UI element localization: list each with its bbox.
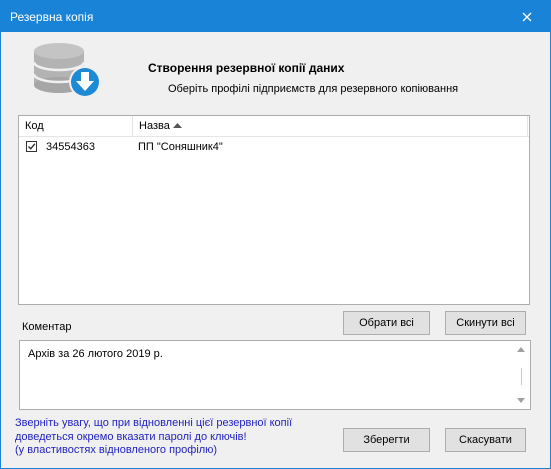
- sort-ascending-icon: [173, 123, 182, 128]
- row-checkbox[interactable]: [26, 141, 37, 152]
- scroll-up-arrow-icon[interactable]: [517, 347, 525, 352]
- backup-dialog: Резервна копія Створення резервної копії…: [0, 0, 551, 469]
- column-label-code: Код: [25, 120, 44, 132]
- page-subtitle: Оберіть профілі підприємств для резервно…: [168, 83, 459, 95]
- comment-scrollbar[interactable]: [513, 341, 530, 409]
- warning-line: Зверніть увагу, що при відновленні цієї …: [15, 417, 293, 429]
- close-button[interactable]: [504, 1, 550, 32]
- restore-warning: Зверніть увагу, що при відновленні цієї …: [15, 417, 315, 458]
- column-header-name[interactable]: Назва: [133, 116, 528, 136]
- save-button[interactable]: Зберегти: [343, 428, 430, 452]
- close-icon: [522, 12, 532, 21]
- comment-textarea[interactable]: Архів за 26 лютого 2019 р.: [19, 340, 531, 410]
- page-title: Створення резервної копії даних: [148, 61, 345, 75]
- cancel-button[interactable]: Скасувати: [445, 428, 526, 452]
- window-title: Резервна копія: [10, 10, 94, 24]
- checkmark-icon: [28, 143, 36, 150]
- row-code: 34554363: [46, 141, 95, 153]
- scroll-down-arrow-icon[interactable]: [517, 398, 525, 403]
- reset-all-button[interactable]: Скинути всі: [445, 311, 526, 335]
- profiles-list[interactable]: Код Назва 34554363 ПП "Соняшник4": [18, 115, 530, 305]
- column-label-name: Назва: [139, 120, 170, 132]
- database-download-icon: [32, 43, 101, 98]
- scroll-thumb[interactable]: [521, 368, 522, 385]
- select-all-button[interactable]: Обрати всі: [343, 311, 430, 335]
- table-row[interactable]: 34554363 ПП "Соняшник4": [19, 138, 529, 156]
- title-bar: Резервна копія: [1, 1, 550, 32]
- list-header: Код Назва: [19, 116, 529, 137]
- warning-line: (у властивостях відновленого профілю): [15, 444, 218, 456]
- comment-text: Архів за 26 лютого 2019 р.: [28, 348, 163, 360]
- warning-line: доведеться окремо вказати паролі до ключ…: [15, 430, 247, 443]
- column-header-code[interactable]: Код: [19, 116, 133, 136]
- row-name: ПП "Соняшник4": [138, 141, 223, 153]
- comment-label: Коментар: [22, 321, 72, 333]
